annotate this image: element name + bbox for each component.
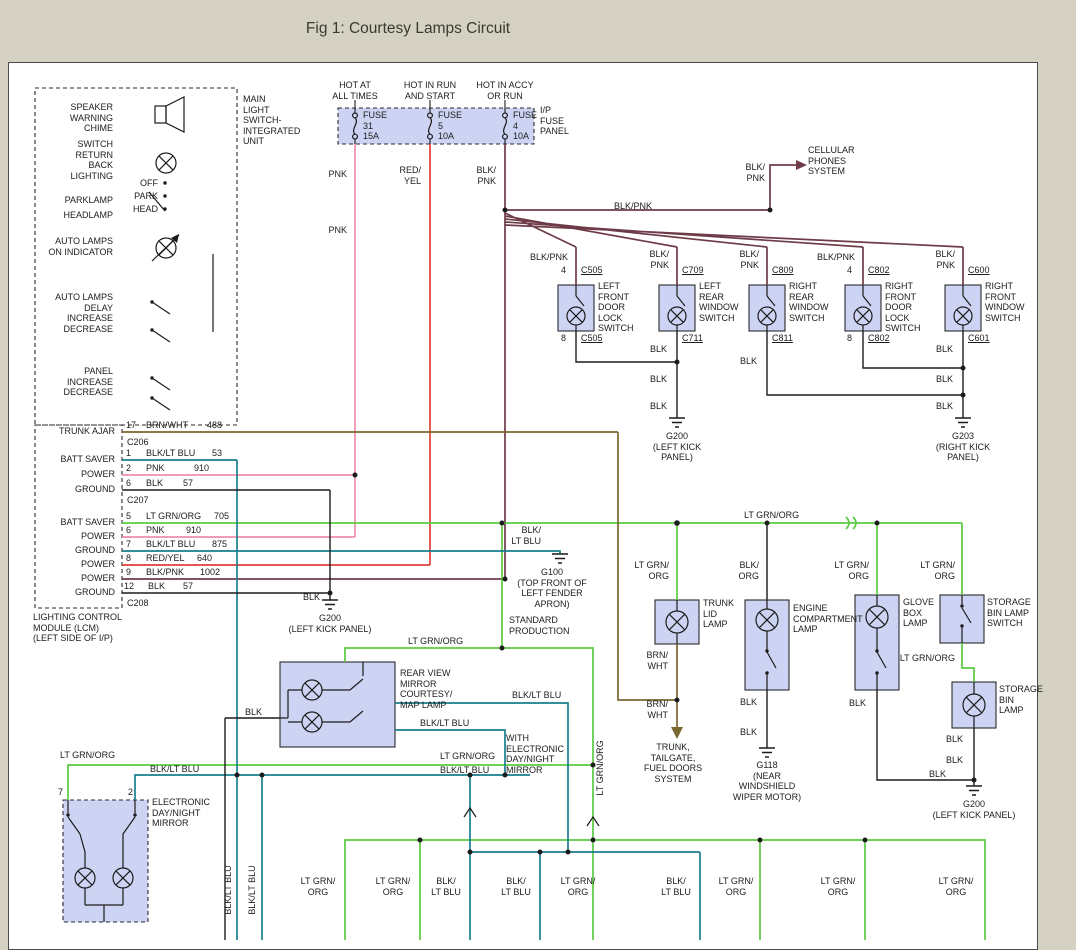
contact-dot [765,649,768,652]
electronic-mirror-box [63,800,148,922]
switch-contact-dot [163,181,166,184]
switch-contact-dot [163,194,166,197]
switch-contact-dot [150,396,153,399]
switch-contact-dot [150,376,153,379]
cellular-arrow-icon [796,160,807,170]
contact-dot [66,813,69,816]
blk-wires [122,331,974,940]
red-yel-wires [122,144,430,565]
contact-dot [960,604,963,607]
page: Fig 1: Courtesy Lamps Circuit [0,0,1076,948]
lt-grn-org-wires [68,517,985,940]
lamp-symbols [68,595,985,922]
main-light-switch-outline [35,88,237,425]
main-light-switch-symbols [149,97,213,410]
switch-contact-dot [150,328,153,331]
contact-dot [875,671,878,674]
contact-dot [133,813,136,816]
trunk-system-arrow-icon [671,727,683,739]
lcm-outline [35,425,122,608]
rear-view-mirror-lamp-box [280,662,395,747]
contact-dot [765,671,768,674]
wiring-diagram-svg [0,0,1076,948]
pink-wires [122,144,355,537]
contact-dot [960,624,963,627]
blk-pnk-wires [122,144,963,579]
blk-lt-blu-wires [122,460,700,940]
contact-dot [875,649,878,652]
inline-connector-icons [464,808,599,826]
switch-contact-dot [150,300,153,303]
switch-contact-dot [163,207,166,210]
